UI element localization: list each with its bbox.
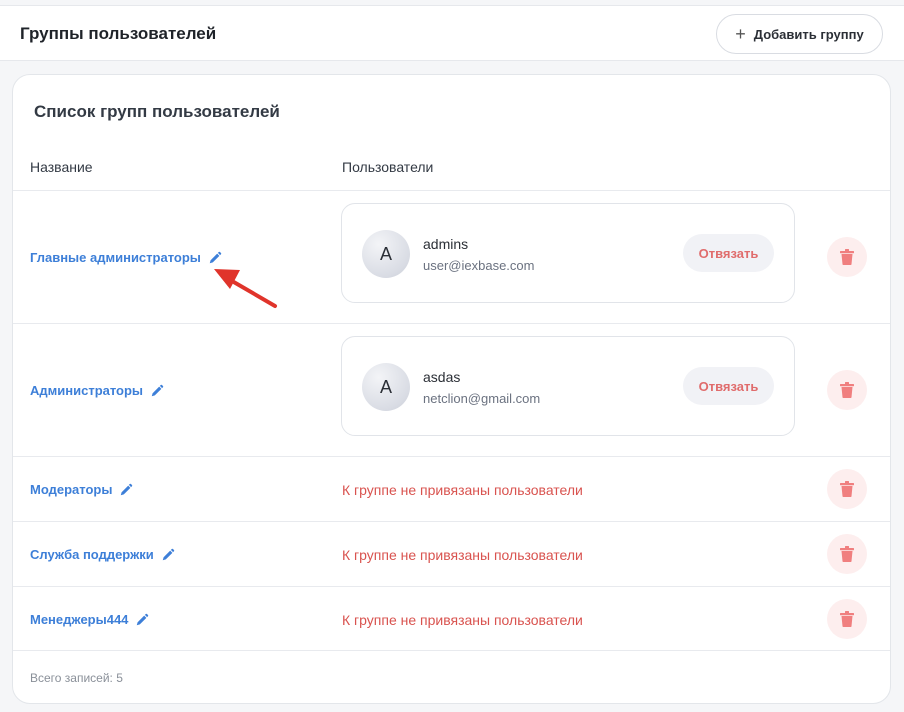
group-name-link[interactable]: Администраторы bbox=[30, 383, 164, 398]
delete-group-button[interactable] bbox=[827, 237, 867, 277]
trash-icon bbox=[840, 611, 854, 627]
delete-group-button[interactable] bbox=[827, 599, 867, 639]
trash-icon bbox=[840, 382, 854, 398]
pencil-icon[interactable] bbox=[119, 483, 133, 497]
table-row: Модераторы К группе не привязаны пользов… bbox=[13, 456, 890, 521]
table-row: Администраторы A asdas netclion@gmail.co… bbox=[13, 323, 890, 456]
card-title: Список групп пользователей bbox=[34, 102, 280, 121]
column-header-users: Пользователи bbox=[342, 159, 434, 175]
group-name-link[interactable]: Модераторы bbox=[30, 482, 133, 497]
groups-card: Список групп пользователей Название Поль… bbox=[12, 74, 891, 704]
pencil-icon[interactable] bbox=[208, 251, 222, 265]
group-name-label: Модераторы bbox=[30, 482, 113, 497]
plus-icon: + bbox=[735, 24, 746, 44]
trash-icon bbox=[840, 249, 854, 265]
empty-users-message: К группе не привязаны пользователи bbox=[342, 612, 583, 628]
add-group-button[interactable]: + Добавить группу bbox=[716, 14, 883, 54]
empty-users-message: К группе не привязаны пользователи bbox=[342, 482, 583, 498]
avatar: A bbox=[362, 230, 410, 278]
pencil-icon[interactable] bbox=[135, 613, 149, 627]
delete-group-button[interactable] bbox=[827, 534, 867, 574]
group-name-label: Служба поддержки bbox=[30, 547, 154, 562]
empty-users-message: К группе не привязаны пользователи bbox=[342, 547, 583, 563]
pencil-icon[interactable] bbox=[161, 548, 175, 562]
top-bar: Группы пользователей + Добавить группу bbox=[0, 5, 904, 61]
table-footer: Всего записей: 5 bbox=[13, 650, 890, 703]
unbind-button[interactable]: Отвязать bbox=[683, 367, 774, 405]
user-name: admins bbox=[423, 236, 469, 252]
user-name: asdas bbox=[423, 369, 461, 385]
group-name-link[interactable]: Главные администраторы bbox=[30, 250, 222, 265]
user-card: A admins user@iexbase.com Отвязать bbox=[341, 203, 795, 303]
group-name-label: Менеджеры444 bbox=[30, 612, 129, 627]
table-row: Главные администраторы A admins user@iex… bbox=[13, 190, 890, 323]
trash-icon bbox=[840, 481, 854, 497]
total-records: Всего записей: 5 bbox=[30, 671, 123, 685]
delete-group-button[interactable] bbox=[827, 469, 867, 509]
group-name-link[interactable]: Служба поддержки bbox=[30, 547, 175, 562]
avatar: A bbox=[362, 363, 410, 411]
trash-icon bbox=[840, 546, 854, 562]
column-header-name: Название bbox=[30, 159, 93, 175]
group-name-label: Администраторы bbox=[30, 383, 144, 398]
add-group-label: Добавить группу bbox=[753, 26, 864, 42]
page-title: Группы пользователей bbox=[20, 24, 217, 43]
table-row: Менеджеры444 К группе не привязаны польз… bbox=[13, 586, 890, 650]
group-name-link[interactable]: Менеджеры444 bbox=[30, 612, 149, 627]
user-card: A asdas netclion@gmail.com Отвязать bbox=[341, 336, 795, 436]
unbind-button[interactable]: Отвязать bbox=[683, 234, 774, 272]
user-email: netclion@gmail.com bbox=[423, 391, 541, 406]
group-name-label: Главные администраторы bbox=[30, 250, 201, 265]
pencil-icon[interactable] bbox=[150, 384, 164, 398]
delete-group-button[interactable] bbox=[827, 370, 867, 410]
user-email: user@iexbase.com bbox=[423, 258, 535, 273]
table-row: Служба поддержки К группе не привязаны п… bbox=[13, 521, 890, 586]
